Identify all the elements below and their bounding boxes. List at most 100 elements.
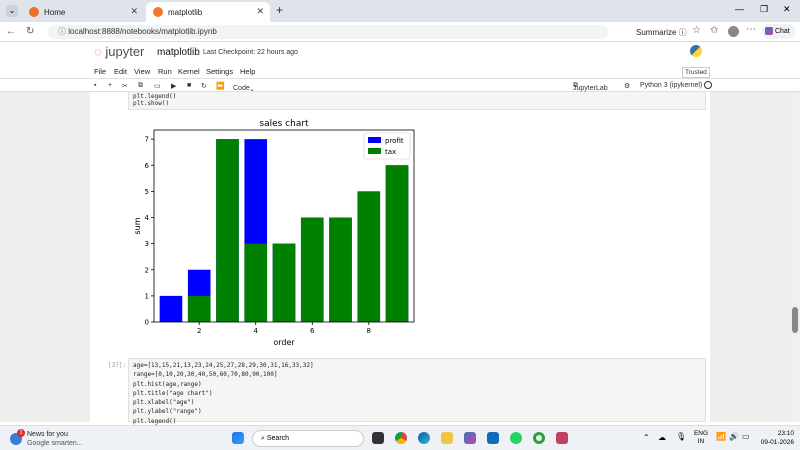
menu-file[interactable]: File [94, 67, 106, 76]
notebook-toolbar: ▪ + ✂ ⧉ ▭ ▶ ■ ↻ ⏩ Code ⌄ JupyterLab ⧉ ⚙ … [0, 78, 800, 93]
file-explorer-icon[interactable] [441, 432, 453, 444]
tray-chevron-icon[interactable]: ⌃ [643, 433, 650, 442]
close-window-icon[interactable]: ✕ [783, 4, 791, 15]
code-cell-bottom[interactable]: age=[13,15,21,13,23,24,25,27,28,29,30,31… [128, 358, 706, 425]
code-line: plt.show() [133, 100, 170, 107]
tab-matplotlib[interactable]: matplotlib ✕ [146, 2, 270, 22]
news-widget[interactable]: 1 News for you Google smarten... [10, 429, 100, 449]
paste-icon[interactable]: ▭ [154, 82, 161, 90]
x-tick-label: 4 [254, 327, 259, 335]
restart-icon[interactable]: ↻ [201, 82, 207, 90]
maximize-icon[interactable]: ❐ [760, 4, 768, 15]
kernel-name[interactable]: Python 3 (ipykernel) [640, 82, 702, 89]
menu-run[interactable]: Run [158, 67, 172, 76]
y-tick-label: 3 [145, 240, 149, 248]
app-ring-icon[interactable] [533, 432, 545, 444]
code-line: range=[0,10,20,30,40,50,60,70,80,90,100] [133, 371, 278, 379]
new-tab-button[interactable]: + [276, 3, 283, 17]
url-input[interactable]: ⓘ localhost:8888/notebooks/matplotlib.ip… [48, 25, 608, 39]
notebook-name[interactable]: matplotlib [157, 47, 200, 58]
bar-tax [300, 217, 324, 322]
run-icon[interactable]: ▶ [171, 82, 176, 90]
favorite-icon[interactable]: ☆ [692, 25, 701, 36]
jupyterlab-link[interactable]: JupyterLab ⧉ [573, 82, 608, 92]
reload-icon[interactable]: ↻ [26, 26, 34, 37]
snipping-tool-icon[interactable] [556, 432, 568, 444]
summarize-button[interactable]: Summarize ⓘ [636, 27, 687, 38]
sales-chart: 2 4 6 8 0 1 2 3 4 5 6 7 sales chart order sum profit tax [130, 115, 420, 350]
onedrive-icon[interactable]: ☁ [658, 433, 666, 442]
jupyter-menu-bar: File Edit View Run Kernel Settings Help [0, 64, 800, 78]
back-icon[interactable]: ← [6, 26, 16, 37]
close-tab-icon[interactable]: ✕ [256, 6, 264, 17]
tab-matplotlib-label: matplotlib [168, 7, 203, 17]
mic-icon[interactable]: 🎙 [676, 432, 686, 441]
wifi-icon[interactable]: 📶 [716, 432, 726, 441]
y-tick-label: 6 [145, 162, 150, 170]
chrome-icon[interactable] [395, 432, 407, 444]
code-line: plt.title("age chart") [133, 389, 213, 397]
volume-icon[interactable]: 🔊 [729, 432, 739, 441]
legend-swatch-tax [368, 148, 381, 154]
x-axis-label: order [273, 338, 295, 347]
copilot-app-icon[interactable] [464, 432, 476, 444]
notification-badge: 1 [17, 429, 25, 437]
url-text: localhost:8888/notebooks/matplotlib.ipyn… [68, 27, 217, 36]
page-scrollbar[interactable] [790, 92, 800, 422]
x-tick-label: 8 [367, 327, 371, 335]
tab-list-button[interactable]: ⌄ [6, 5, 18, 17]
y-tick-label: 7 [145, 136, 149, 144]
menu-kernel[interactable]: Kernel [178, 67, 200, 76]
store-icon[interactable] [487, 432, 499, 444]
profile-avatar[interactable] [728, 26, 739, 37]
clock[interactable]: 23:10 09-01-2026 [754, 429, 794, 447]
language-text: ENG [693, 430, 709, 437]
whatsapp-icon[interactable] [510, 432, 522, 444]
news-subtitle: Google smarten... [27, 440, 83, 447]
code-cell-top[interactable]: plt.legend() plt.show() [128, 92, 706, 110]
jupyter-logo[interactable]: ◌ jupyter [94, 44, 144, 59]
scrollbar-thumb[interactable] [792, 307, 798, 333]
menu-settings[interactable]: Settings [206, 67, 233, 76]
cut-icon[interactable]: ✂ [122, 82, 128, 90]
y-tick-label: 0 [145, 319, 149, 327]
menu-help[interactable]: Help [240, 67, 255, 76]
menu-edit[interactable]: Edit [114, 67, 127, 76]
chat-button[interactable]: Chat [762, 24, 796, 39]
x-tick-label: 2 [197, 327, 201, 335]
add-cell-icon[interactable]: + [108, 82, 112, 89]
code-line: plt.ylabel("range") [133, 408, 202, 416]
windows-taskbar: 1 News for you Google smarten... ⌕ Searc… [0, 425, 800, 450]
copy-icon[interactable]: ⧉ [138, 82, 143, 90]
settings-icon[interactable]: ⚙ [624, 82, 630, 90]
y-tick-label: 5 [145, 188, 149, 196]
news-title: News for you [27, 431, 68, 438]
windows-start-icon[interactable] [232, 432, 244, 444]
tab-home[interactable]: Home ✕ [22, 2, 144, 22]
bar-tax [357, 191, 381, 322]
edge-icon[interactable] [418, 432, 430, 444]
cell-type-value: Code [233, 85, 250, 92]
more-icon[interactable]: ⋯ [746, 24, 756, 35]
y-tick-label: 1 [145, 292, 149, 300]
save-icon[interactable]: ▪ [94, 82, 96, 89]
close-tab-icon[interactable]: ✕ [130, 6, 138, 17]
menu-view[interactable]: View [134, 67, 150, 76]
minimize-icon[interactable]: — [735, 4, 744, 14]
checkpoint-text: Last Checkpoint: 22 hours ago [203, 49, 298, 56]
copilot-icon [765, 27, 773, 36]
language-indicator[interactable]: ENG IN [692, 430, 710, 446]
bar-profit [159, 295, 183, 322]
stop-icon[interactable]: ■ [187, 82, 191, 89]
bar-tax [187, 295, 211, 322]
code-line: plt.legend() [133, 93, 177, 100]
bar-tax [244, 243, 268, 322]
task-view-icon[interactable] [372, 432, 384, 444]
taskbar-search[interactable]: ⌕ Search [252, 430, 364, 447]
region-text: IN [697, 438, 705, 445]
run-all-icon[interactable]: ⏩ [216, 82, 225, 90]
favorites-icon[interactable]: ✩ [710, 25, 718, 36]
summarize-label: Summarize [636, 28, 677, 37]
battery-icon[interactable]: ▭ [742, 432, 750, 441]
search-icon: ⌕ [261, 435, 265, 442]
